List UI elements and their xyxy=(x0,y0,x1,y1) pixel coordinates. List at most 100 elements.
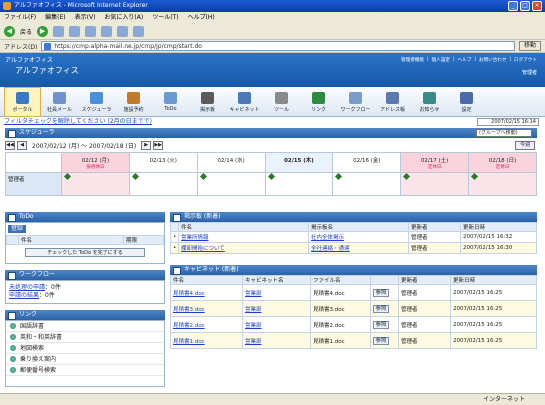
cabinet-table: 件名 キャビネット名 ファイル名 更新者 更新日時 見積書4.doc 営業部 見積書4.do… xyxy=(170,275,537,349)
app-scheduler[interactable]: スケジューラ xyxy=(78,87,115,117)
cabinet-name-link[interactable]: 営業部 xyxy=(245,323,262,329)
home-icon[interactable] xyxy=(85,25,97,37)
cabinet-name-link[interactable]: 営業部 xyxy=(245,291,262,297)
menu-edit[interactable]: 編集(E) xyxy=(45,12,65,23)
pencil-icon[interactable] xyxy=(267,172,275,181)
go-button[interactable]: 移動 xyxy=(519,41,541,51)
pencil-icon[interactable] xyxy=(199,172,207,181)
schedule-cell[interactable] xyxy=(128,172,198,196)
menu-help[interactable]: ヘルプ(H) xyxy=(188,12,215,23)
table-row: 見積書4.doc 営業部 見積書4.doc 参照 管理者 2007/02/15 16:25 xyxy=(170,284,537,301)
menu-favorites[interactable]: お気に入り(A) xyxy=(104,12,143,23)
board-subject-link[interactable]: 棚卸開始について xyxy=(181,246,225,252)
this-week-button[interactable]: 今週 xyxy=(515,141,535,150)
status-bar: インターネット xyxy=(0,393,545,405)
next-week-button[interactable]: ▶▶ xyxy=(153,141,164,150)
day-header[interactable]: 02/14 (水) xyxy=(196,152,266,173)
stop-icon[interactable] xyxy=(53,25,65,37)
day-header[interactable]: 02/16 (金) xyxy=(332,152,402,173)
cabinet-subject-link[interactable]: 見積書1.doc xyxy=(173,339,205,345)
day-header[interactable]: 02/17 (土) 定休日 xyxy=(400,152,470,173)
app-settings[interactable]: 設定 xyxy=(448,87,485,117)
link-item-dictionary[interactable]: 国語辞書 xyxy=(6,321,164,332)
todo-register-button[interactable]: 登録 xyxy=(8,225,27,233)
board-subject-link[interactable]: 営業所情報 xyxy=(181,235,209,241)
cabinet-name-link[interactable]: 営業部 xyxy=(245,339,262,345)
pending-request-link[interactable]: 未処理の申請 xyxy=(9,284,45,291)
link-item-en-dictionary[interactable]: 英和・和英辞書 xyxy=(6,332,164,343)
back-button-label[interactable]: 戻る xyxy=(20,27,32,36)
cabinet-subject-link[interactable]: 見積書4.doc xyxy=(173,291,205,297)
addressbook-icon xyxy=(386,91,399,104)
cabinet-subject-link[interactable]: 見積書3.doc xyxy=(173,307,205,313)
app-portal[interactable]: ポータル xyxy=(4,87,41,117)
app-facility[interactable]: 施設予約 xyxy=(115,87,152,117)
pencil-icon[interactable] xyxy=(63,172,72,181)
app-workflow[interactable]: ワークフロー xyxy=(337,87,374,117)
prev-day-button[interactable]: ◀ xyxy=(17,141,27,150)
close-button[interactable]: × xyxy=(532,1,542,11)
app-addressbook[interactable]: アドレス帳 xyxy=(374,87,411,117)
group-select[interactable]: (グループへ移動) xyxy=(476,129,532,137)
board-name-link[interactable]: 全社連絡・通達 xyxy=(311,246,350,252)
link-item-postal[interactable]: 郵便番号検索 xyxy=(6,365,164,376)
filter-link[interactable]: フィルタチェックを解除してください (2月の日までで) xyxy=(4,118,152,125)
personal-settings-link[interactable]: 個人設定 xyxy=(432,57,450,63)
minimize-button[interactable]: _ xyxy=(508,1,518,11)
prev-week-button[interactable]: ◀◀ xyxy=(5,141,15,150)
app-cabinet[interactable]: キャビネット xyxy=(226,87,263,117)
link-item-map[interactable]: 地図検索 xyxy=(6,343,164,354)
table-row: • 棚卸開始について 全社連絡・通達 管理者 2007/02/15 16:30 xyxy=(170,242,537,254)
reference-button[interactable]: 参照 xyxy=(373,288,389,297)
app-link[interactable]: リンク xyxy=(300,87,337,117)
forward-icon[interactable]: ▶ xyxy=(37,25,49,37)
pencil-icon[interactable] xyxy=(403,172,411,181)
schedule-cell[interactable] xyxy=(264,172,334,196)
schedule-cell[interactable] xyxy=(400,172,470,196)
reference-button[interactable]: 参照 xyxy=(373,304,389,313)
menu-tools[interactable]: ツール(T) xyxy=(152,12,178,23)
day-header[interactable]: 02/18 (日) 定休日 xyxy=(468,152,537,173)
address-input[interactable]: https://cmp.alpha-mail.ne.jp/cmp/jp/cmp/… xyxy=(41,41,515,51)
menu-file[interactable]: ファイル(F) xyxy=(4,12,36,23)
history-icon[interactable] xyxy=(133,25,145,37)
link-item-transit[interactable]: 乗り換え案内 xyxy=(6,354,164,365)
app-todo[interactable]: ToDo xyxy=(152,87,189,117)
pencil-icon[interactable] xyxy=(131,172,139,181)
board-table: 件名 掲示板名 更新者 更新日時 • 営業所情報 社内全体掲示 管理者 2007/02/15 … xyxy=(170,222,537,254)
app-tool[interactable]: ツール xyxy=(263,87,300,117)
pencil-icon[interactable] xyxy=(335,172,343,181)
window-title: アルファオフィス - Microsoft Internet Explorer xyxy=(14,2,148,9)
refresh-icon[interactable] xyxy=(69,25,81,37)
favorites-icon[interactable] xyxy=(117,25,129,37)
schedule-cell[interactable] xyxy=(332,172,402,196)
back-icon[interactable]: ◀ xyxy=(4,25,15,37)
todo-complete-button[interactable]: チェックした ToDo を完了にする xyxy=(25,248,145,257)
schedule-cell[interactable] xyxy=(196,172,266,196)
maximize-button[interactable]: □ xyxy=(520,1,530,11)
contact-link[interactable]: お問い合わせ xyxy=(479,57,507,63)
day-header[interactable]: 02/13 (火) xyxy=(128,152,198,173)
logout-link[interactable]: ログアウト xyxy=(514,57,537,63)
app-board[interactable]: 掲示板 xyxy=(189,87,226,117)
app-mail[interactable]: 社員メール xyxy=(41,87,78,117)
day-header-today[interactable]: 02/15 (木) xyxy=(264,152,334,173)
next-day-button[interactable]: ▶ xyxy=(141,141,152,150)
search-icon[interactable] xyxy=(101,25,113,37)
request-result-link[interactable]: 申請の結果 xyxy=(9,292,39,299)
menu-view[interactable]: 表示(V) xyxy=(75,12,96,23)
cabinet-name-link[interactable]: 営業部 xyxy=(245,307,262,313)
security-zone: インターネット xyxy=(482,396,525,403)
app-notice[interactable]: お知らせ xyxy=(411,87,448,117)
cabinet-subject-link[interactable]: 見積書2.doc xyxy=(173,323,205,329)
admin-link[interactable]: 管理者機能 xyxy=(401,57,424,63)
settings-icon xyxy=(460,91,473,104)
schedule-cell[interactable] xyxy=(61,172,130,196)
pencil-icon[interactable] xyxy=(471,172,479,181)
board-name-link[interactable]: 社内全体掲示 xyxy=(311,235,344,241)
day-header[interactable]: 02/12 (月) 振替休日 xyxy=(61,152,130,173)
help-link[interactable]: ヘルプ xyxy=(458,57,472,63)
reference-button[interactable]: 参照 xyxy=(373,336,389,345)
reference-button[interactable]: 参照 xyxy=(373,320,389,329)
schedule-cell[interactable] xyxy=(468,172,537,196)
